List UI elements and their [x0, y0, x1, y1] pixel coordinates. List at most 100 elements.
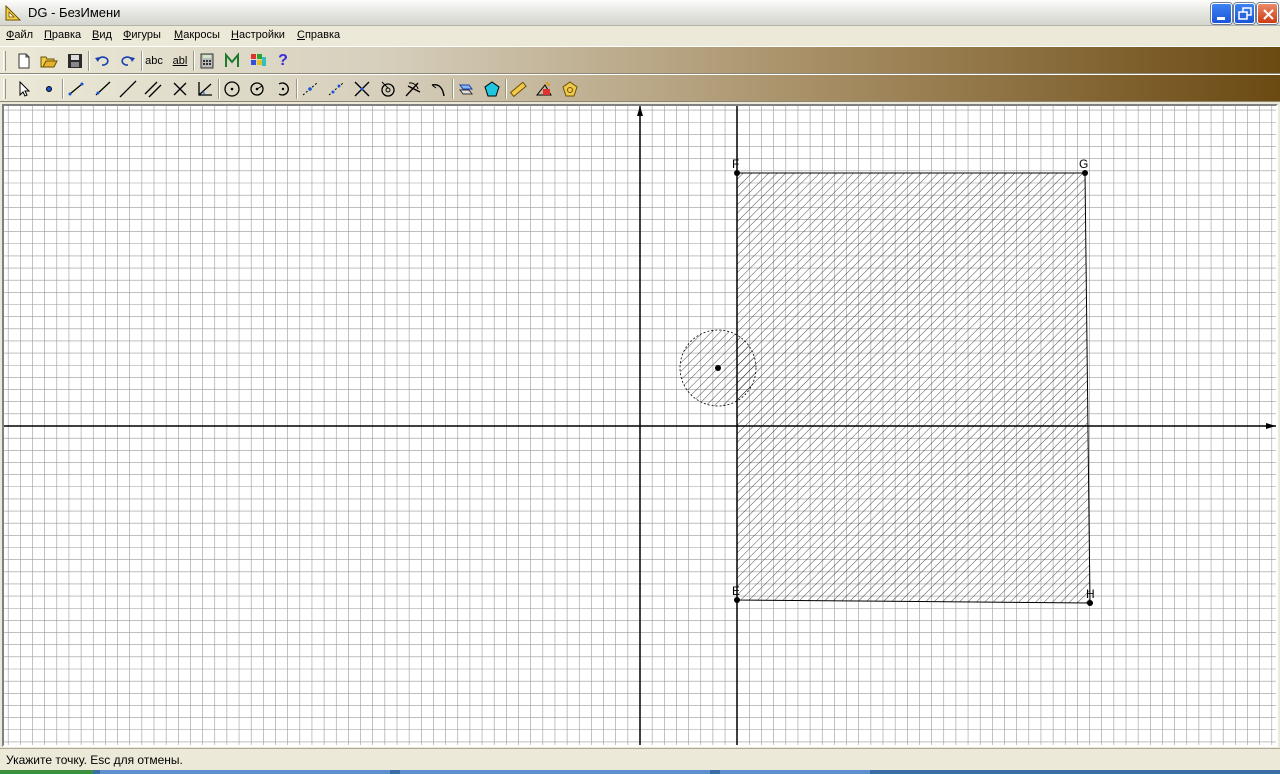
- color-palette-icon: [251, 54, 266, 66]
- menu-file[interactable]: Файл: [6, 29, 33, 41]
- angle-icon: [198, 82, 212, 96]
- divide-segment-icon: [328, 82, 344, 96]
- area-icon: [562, 81, 578, 97]
- measure-tool-button[interactable]: [507, 79, 529, 99]
- circle-icon: [224, 81, 240, 97]
- menu-settings[interactable]: Настройки: [231, 29, 285, 41]
- text-label-button[interactable]: abc: [143, 51, 165, 71]
- area-tool-button[interactable]: [559, 79, 581, 99]
- compass-tool-button[interactable]: [377, 79, 399, 99]
- arc-curve-tool-button[interactable]: [428, 79, 450, 99]
- open-folder-icon: [40, 56, 58, 68]
- color-palette-button[interactable]: [247, 51, 269, 71]
- help-button[interactable]: ?: [272, 51, 294, 71]
- drawing-canvas[interactable]: F G E H: [2, 104, 1278, 747]
- bisector-icon: [405, 82, 421, 97]
- select-tool-button[interactable]: [12, 79, 34, 99]
- toolbar-separator: [296, 79, 298, 99]
- restore-icon: [1238, 7, 1252, 20]
- locus-icon: [535, 81, 552, 96]
- y-axis-arrow: [637, 106, 643, 116]
- circle-point-tool-button[interactable]: [246, 79, 268, 99]
- drawing-tools-toolbar: [0, 74, 1280, 102]
- circle-center-point[interactable]: [715, 365, 721, 371]
- macro-m-icon: [225, 52, 239, 67]
- hatched-polygon[interactable]: [736, 172, 1091, 604]
- parallel-lines-icon: [144, 81, 162, 98]
- menu-macros[interactable]: Макросы: [174, 29, 220, 41]
- angle-tool-button[interactable]: [194, 79, 216, 99]
- minimize-button[interactable]: [1211, 3, 1232, 24]
- divide-segment-tool-button[interactable]: [325, 79, 347, 99]
- start-button-edge[interactable]: [0, 770, 93, 774]
- menu-bar: Файл Правка Вид Фигуры Макросы Настройки…: [0, 26, 1280, 45]
- intersect-tool-button[interactable]: [169, 79, 191, 99]
- measure-ruler-icon: [509, 81, 527, 98]
- abc-text: abc: [145, 55, 163, 67]
- line-tool-button[interactable]: [117, 79, 139, 99]
- arc-tool-button[interactable]: [272, 79, 294, 99]
- segment-icon: [68, 82, 84, 96]
- ray-tool-button[interactable]: [91, 79, 113, 99]
- maximize-button[interactable]: [1234, 3, 1255, 24]
- geometry-drawing[interactable]: F G E H: [4, 106, 1276, 745]
- taskbar-item[interactable]: [400, 770, 710, 774]
- midpoint-icon: [302, 82, 318, 96]
- circle-center-point-icon: [250, 82, 264, 96]
- perpendicular-tool-button[interactable]: [351, 79, 373, 99]
- transform-tool-button[interactable]: [455, 79, 477, 99]
- undo-button[interactable]: [91, 51, 113, 71]
- triangle-ruler-icon: [5, 5, 22, 21]
- title-bar[interactable]: DG - БезИмени: [0, 0, 1280, 26]
- toolbar-separator: [62, 79, 64, 99]
- menu-help[interactable]: Справка: [297, 29, 340, 41]
- point-icon: [46, 86, 52, 92]
- line-icon: [119, 80, 137, 98]
- toolbar-separator: [88, 51, 90, 71]
- point-tool-button[interactable]: [38, 79, 60, 99]
- floppy-disk-icon: [68, 54, 82, 68]
- locus-tool-button[interactable]: [533, 79, 555, 99]
- point-label-e: E: [732, 584, 740, 598]
- text-field-button[interactable]: abl: [169, 51, 191, 71]
- open-file-button[interactable]: [38, 51, 60, 71]
- polygon-icon: [484, 81, 500, 97]
- parallel-tool-button[interactable]: [142, 79, 164, 99]
- redo-button[interactable]: [117, 51, 139, 71]
- toolbar-separator: [193, 51, 195, 71]
- minimize-icon: [1217, 17, 1225, 20]
- calculator-button[interactable]: [196, 51, 218, 71]
- point-label-g: G: [1079, 157, 1088, 171]
- toolbar-grip[interactable]: [3, 51, 6, 71]
- taskbar-item[interactable]: [100, 770, 390, 774]
- save-file-button[interactable]: [64, 51, 86, 71]
- polygon-tool-button[interactable]: [481, 79, 503, 99]
- x-axis-arrow: [1266, 423, 1276, 429]
- ray-icon: [95, 81, 111, 96]
- segment-tool-button[interactable]: [65, 79, 87, 99]
- arc-icon: [278, 82, 289, 96]
- taskbar-strip: [0, 770, 1280, 774]
- menu-view[interactable]: Вид: [92, 29, 112, 41]
- point-label-f: F: [732, 157, 739, 171]
- circle-tool-button[interactable]: [221, 79, 243, 99]
- calculator-icon: [200, 53, 214, 69]
- toolbar-grip[interactable]: [3, 79, 6, 99]
- midpoint-tool-button[interactable]: [299, 79, 321, 99]
- window-title: DG - БезИмени: [28, 5, 121, 20]
- point-label-h: H: [1086, 587, 1095, 601]
- macro-button[interactable]: [221, 51, 243, 71]
- help-question-icon: ?: [278, 52, 288, 69]
- menu-edit[interactable]: Правка: [44, 29, 81, 41]
- new-file-button[interactable]: [13, 51, 35, 71]
- bisector-tool-button[interactable]: [402, 79, 424, 99]
- close-icon: [1263, 9, 1274, 20]
- taskbar-item[interactable]: [720, 770, 870, 774]
- redo-icon: [121, 56, 135, 66]
- arc-curve-icon: [431, 84, 445, 97]
- transform-icon: [459, 84, 473, 95]
- close-button[interactable]: [1257, 3, 1278, 24]
- intersect-lines-icon: [173, 82, 187, 96]
- toolbar-separator: [452, 79, 454, 99]
- menu-figures[interactable]: Фигуры: [123, 29, 161, 41]
